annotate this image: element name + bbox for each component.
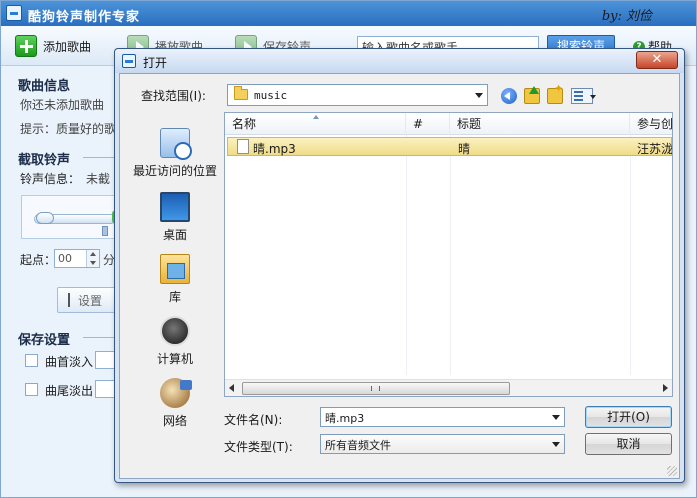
resize-grip[interactable] [667,466,677,476]
place-recent[interactable]: 最近访问的位置 [128,128,222,179]
cut-ringtone-title: 截取铃声 [18,153,71,168]
look-in-dropdown[interactable]: music [227,84,488,106]
filename-label: 文件名(N): [224,413,283,427]
column-header-number[interactable]: # [406,113,450,135]
song-info-title: 歌曲信息 [18,79,71,94]
app-logo-icon [6,5,22,21]
save-settings-title: 保存设置 [18,333,71,348]
add-icon [15,35,37,57]
text-cursor-icon [68,293,72,307]
start-minute-stepper[interactable]: 00 [54,249,100,268]
file-row[interactable]: 晴.mp3 晴 汪苏泷 [227,137,672,156]
chevron-down-icon[interactable] [552,415,560,420]
back-icon[interactable] [501,88,517,104]
places-bar: 最近访问的位置 桌面 库 计算机 网络 [128,112,222,442]
chevron-down-icon [552,442,560,447]
dialog-titlebar[interactable]: 打开 ✕ [115,49,684,73]
column-name-label: 名称 [232,117,257,131]
look-in-value: music [254,89,288,102]
dialog-title: 打开 [143,56,168,70]
look-in-label: 查找范围(I): [141,89,206,103]
ringtone-info-label: 铃声信息： [20,172,81,186]
place-libraries-label: 库 [168,290,181,304]
chevron-down-icon[interactable] [590,95,596,99]
file-title: 晴 [458,142,471,156]
audio-file-icon [237,139,249,154]
place-recent-label: 最近访问的位置 [132,164,217,178]
place-desktop[interactable]: 桌面 [128,192,222,243]
scroll-right-arrow-icon[interactable] [663,384,668,392]
filetype-dropdown[interactable]: 所有音频文件 [320,434,565,454]
horizontal-scrollbar[interactable] [225,379,672,396]
set-start-button[interactable]: 设置 [57,287,117,313]
column-separator [450,135,451,375]
column-separator [406,135,407,375]
fade-in-seconds-input[interactable] [95,351,115,369]
fade-out-label: 曲尾淡出 [45,384,94,398]
column-header-title[interactable]: 标题 [450,113,630,135]
quality-tip-text: 提示：质量好的歌 [20,122,117,136]
fade-in-checkbox[interactable] [25,354,38,367]
app-sidebar: 歌曲信息 你还未添加歌曲 提示：质量好的歌 截取铃声 铃声信息： 未截 起点： … [1,67,120,497]
column-header-name[interactable]: 名称 [225,113,406,135]
section-divider [83,157,115,158]
ringtone-info-value: 未截 [86,172,111,186]
place-desktop-label: 桌面 [162,228,187,242]
start-point-label: 起点： [20,253,57,267]
fade-in-label: 曲首淡入 [45,355,94,369]
app-author-signature: by: 刘俭 [601,9,652,24]
chevron-down-icon [475,93,483,98]
filename-value: 晴.mp3 [325,412,365,425]
network-icon [160,378,192,408]
libraries-icon [160,254,190,284]
filetype-value: 所有音频文件 [325,439,391,452]
place-computer-label: 计算机 [156,352,193,366]
waveform-panel [21,195,120,239]
dialog-body: 查找范围(I): music 最近访问的位置 桌面 库 [119,73,680,479]
fade-out-checkbox[interactable] [25,383,38,396]
open-button[interactable]: 打开(O) [585,406,672,428]
fade-out-seconds-input[interactable] [95,380,115,398]
app-title: 酷狗铃声制作专家 [28,10,141,25]
up-folder-icon[interactable] [524,86,540,104]
open-file-dialog: 打开 ✕ 查找范围(I): music 最近访问的位置 桌面 库 [114,48,685,483]
place-computer[interactable]: 计算机 [128,316,222,367]
place-libraries[interactable]: 库 [128,254,222,305]
stepper-arrows[interactable] [86,250,99,267]
column-header-artist[interactable]: 参与创作 [630,113,672,135]
no-song-text: 你还未添加歌曲 [20,98,105,112]
sort-ascending-icon [313,115,319,119]
file-name: 晴.mp3 [253,142,296,156]
file-artist: 汪苏泷 [637,142,673,156]
app-titlebar: 酷狗铃声制作专家 by: 刘俭 [1,1,696,26]
place-network-label: 网络 [162,414,187,428]
cancel-button[interactable]: 取消 [585,433,672,455]
add-song-button[interactable]: 添加歌曲 [15,34,91,58]
file-list[interactable]: 名称 # 标题 参与创作 晴.mp3 晴 汪苏泷 [224,112,673,397]
scroll-left-arrow-icon[interactable] [229,384,234,392]
scrollbar-thumb[interactable] [242,382,510,395]
folder-icon [234,86,248,100]
dialog-close-button[interactable]: ✕ [636,51,678,69]
file-list-header: 名称 # 标题 参与创作 [225,113,672,135]
filetype-label: 文件类型(T): [224,440,293,454]
recent-places-icon [160,128,192,160]
filename-input[interactable]: 晴.mp3 [320,407,565,427]
start-minute-value: 00 [58,252,72,265]
dialog-app-icon [122,54,136,68]
section-divider [83,337,115,338]
column-separator [630,135,631,375]
position-marker[interactable] [102,226,108,236]
set-start-label: 设置 [78,293,103,308]
add-song-label: 添加歌曲 [43,39,92,54]
new-folder-icon[interactable] [547,82,563,104]
place-network[interactable]: 网络 [128,378,222,429]
range-slider-handle[interactable] [36,212,54,224]
desktop-icon [160,192,190,222]
computer-icon [160,316,190,346]
